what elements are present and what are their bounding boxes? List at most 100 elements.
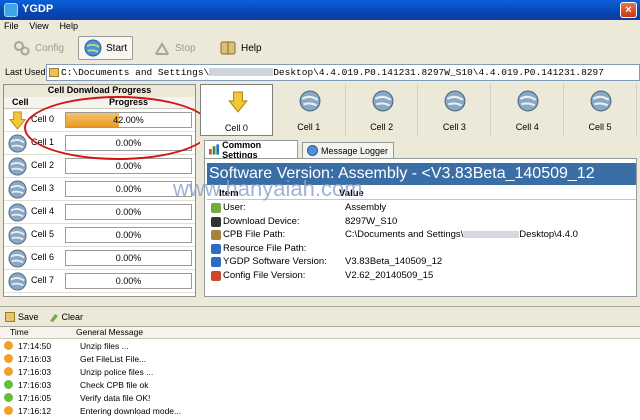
log-row[interactable]: 17:14:50 Unzip files ... [0, 339, 640, 352]
progress-bar: 0.00% [65, 135, 192, 151]
save-label: Save [18, 311, 39, 322]
start-globe-icon [84, 39, 102, 57]
progress-bar: 0.00% [65, 273, 192, 289]
log-message: Unzip police files ... [80, 366, 154, 377]
cell-row[interactable]: Cell 0 42.00% [4, 109, 195, 132]
device-icon [211, 216, 221, 227]
log-time: 17:16:05 [18, 392, 52, 403]
tab-message-logger[interactable]: Message Logger [302, 142, 394, 158]
property-name: Config File Version: [223, 269, 306, 281]
config-button[interactable]: Config [8, 36, 69, 60]
cell-globe-icon [8, 134, 27, 153]
property-row: Resource File Path: [207, 243, 636, 256]
clear-button[interactable]: Clear [44, 312, 89, 322]
menu-file[interactable]: File [0, 20, 23, 32]
message-log: Time General Message 17:14:50 Unzip files… [0, 326, 640, 420]
log-toolbar: Save Clear [0, 306, 640, 326]
cell-button-3[interactable]: Cell 3 [418, 84, 492, 136]
cell-globe-icon [8, 226, 27, 245]
col-message: General Message [76, 327, 144, 337]
app-icon [4, 3, 18, 17]
progress-bar: 0.00% [65, 250, 192, 266]
property-value: C:\Documents and Settings\ Desktop\4.4.0 [345, 229, 578, 240]
cell-row[interactable]: Cell 4 0.00% [4, 201, 195, 224]
cell-row[interactable]: Cell 7 0.00% [4, 270, 195, 293]
save-button[interactable]: Save [0, 311, 44, 322]
progress-bar: 0.00% [65, 227, 192, 243]
log-time: 17:16:03 [18, 366, 52, 377]
cell-button-5[interactable]: Cell 5 [564, 84, 637, 136]
progress-text: 0.00% [115, 207, 142, 217]
log-row[interactable]: 17:16:03 Check CPB file ok [0, 378, 640, 391]
property-value: V2.62_20140509_15 [345, 269, 434, 281]
cell-button-label: Cell 0 [224, 123, 248, 133]
log-row[interactable]: 17:16:05 Verify data file OK! [0, 391, 640, 404]
progress-column-header: Cell Progress [4, 97, 195, 109]
close-button[interactable]: × [620, 2, 637, 18]
cell-globe-icon [8, 157, 27, 176]
cell-row[interactable]: Cell 6 0.00% [4, 247, 195, 270]
stop-icon [154, 42, 170, 55]
gears-icon [14, 41, 30, 56]
cell-button-0[interactable]: Cell 0 [200, 84, 273, 136]
path-start: C:\Documents and Settings\ [61, 67, 210, 78]
stop-label: Stop [175, 42, 196, 54]
property-row: CPB File Path: C:\Documents and Settings\… [207, 229, 636, 242]
warning-icon [4, 341, 13, 350]
stop-button[interactable]: Stop [148, 36, 201, 60]
warning-icon [4, 367, 13, 376]
cell-row[interactable]: Cell 5 0.00% [4, 224, 195, 247]
cell-progress-panel: Cell Donwload Progress Cell Progress Cel… [3, 84, 196, 297]
progress-text: 42.00% [113, 115, 144, 125]
cell-strip: Cell 0 Cell 1 Cell 2 Cell 3 Cell 4 Cell 5 [200, 84, 637, 136]
cell-button-label: Cell 2 [370, 122, 394, 132]
watermark: www.hanyaiah.com [173, 176, 363, 201]
property-name: CPB File Path: [223, 229, 286, 240]
log-row[interactable]: 17:16:03 Get FileList File... [0, 352, 640, 365]
last-used-path[interactable]: C:\Documents and Settings\ Desktop\4.4.01… [46, 64, 640, 81]
cell-row[interactable]: Cell 3 0.00% [4, 178, 195, 201]
log-row[interactable]: 17:16:12 Entering download mode... [0, 404, 640, 417]
cell-globe-icon [372, 90, 394, 112]
warning-icon [4, 406, 13, 415]
menu-view[interactable]: View [25, 20, 52, 32]
cell-globe-icon [8, 180, 27, 199]
help-button[interactable]: Help [214, 36, 267, 60]
tab-common-settings-label: Common Settings [222, 139, 262, 160]
log-message: Entering download mode... [80, 405, 182, 416]
cell-button-2[interactable]: Cell 2 [346, 84, 419, 136]
tab-message-logger-label: Message Logger [321, 145, 389, 156]
cell-globe-icon [8, 249, 27, 268]
log-message: Check CPB file ok [80, 379, 149, 390]
cell-button-1[interactable]: Cell 1 [273, 84, 346, 136]
cell-name: Cell 2 [31, 160, 55, 170]
book-icon [220, 41, 236, 55]
col-cell: Cell [12, 97, 29, 107]
ok-icon [4, 393, 13, 402]
progress-text: 0.00% [115, 253, 142, 263]
cell-button-label: Cell 5 [588, 122, 612, 132]
cell-row[interactable]: Cell 1 0.00% [4, 132, 195, 155]
log-row[interactable]: 17:16:03 Unzip police files ... [0, 365, 640, 378]
tab-common-settings[interactable]: Common Settings [204, 139, 298, 160]
property-row: User: Assembly [207, 202, 636, 215]
progress-text: 0.00% [115, 230, 142, 240]
clear-icon [49, 313, 58, 322]
log-time: 17:16:12 [18, 405, 52, 416]
resource-icon [211, 243, 221, 254]
config-icon [211, 270, 221, 281]
start-button[interactable]: Start [78, 36, 134, 60]
last-used-label: Last Used: [5, 67, 49, 77]
menu-help[interactable]: Help [55, 20, 82, 32]
cell-button-4[interactable]: Cell 4 [491, 84, 565, 136]
save-icon [5, 311, 15, 322]
cell-row[interactable]: Cell 2 0.00% [4, 155, 195, 178]
progress-text: 0.00% [115, 276, 142, 286]
cell-name: Cell 1 [31, 137, 55, 147]
log-time: 17:16:03 [18, 353, 52, 364]
property-row: Config File Version: V2.62_20140509_15 [207, 270, 636, 283]
download-arrow-icon [8, 111, 27, 130]
log-time: 17:16:03 [18, 379, 52, 390]
bar-chart-icon [209, 144, 220, 155]
property-name: Download Device: [223, 215, 300, 227]
